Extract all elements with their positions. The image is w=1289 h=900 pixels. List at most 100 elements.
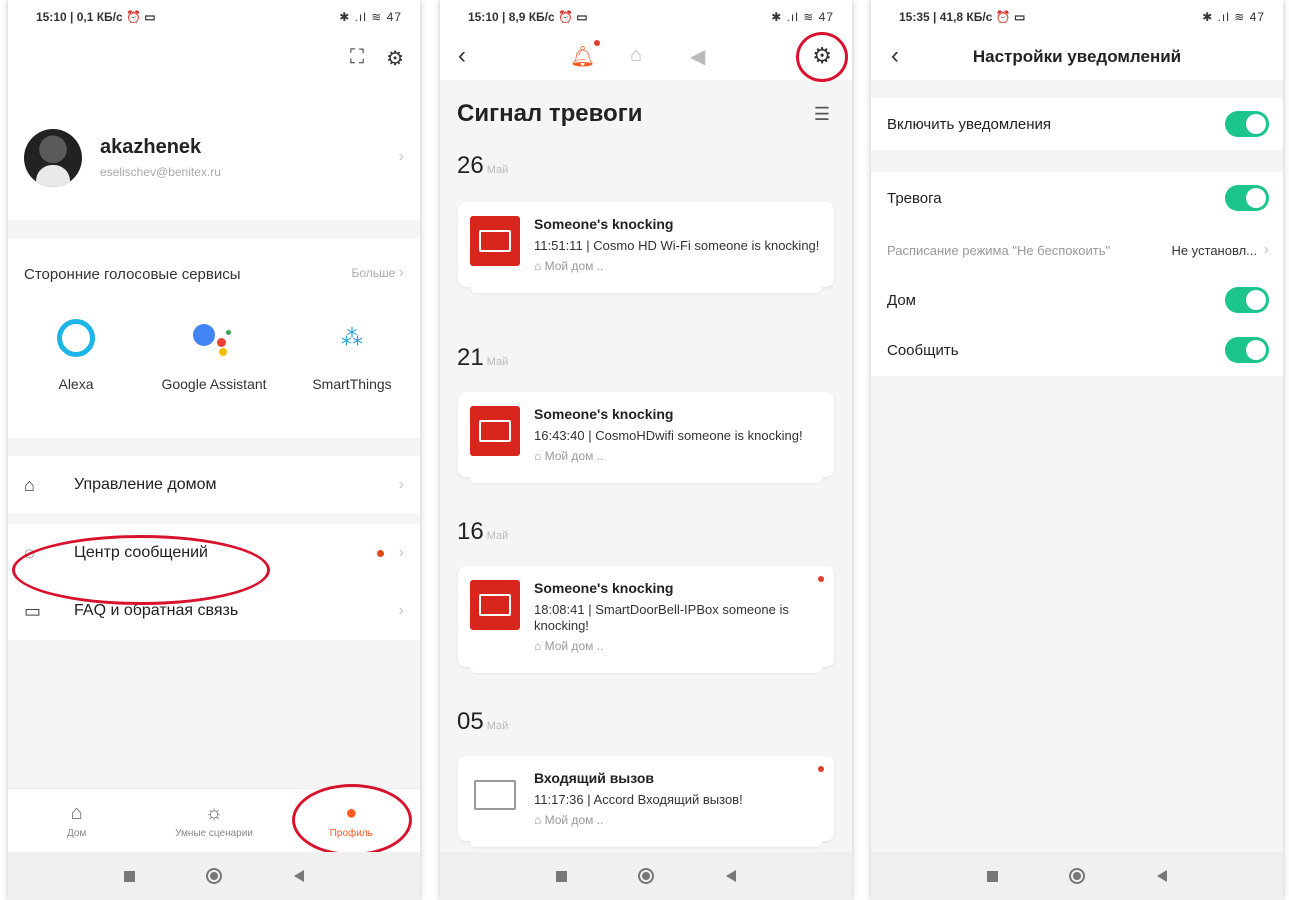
status-time: 15:10 | 0,1 КБ/с ⏰ ▭ <box>36 10 156 24</box>
home-lock-icon[interactable]: ⌂ <box>630 44 642 67</box>
back-button[interactable] <box>294 870 305 882</box>
setting-dnd-schedule[interactable]: Расписание режима "Не беспокоить" Не уст… <box>871 224 1283 276</box>
alarm-card[interactable]: Someone's knocking 16:43:40 | CosmoHDwif… <box>458 392 834 483</box>
setting-report: Сообщить <box>871 324 1283 376</box>
alarm-screen: 15:10 | 8,9 КБ/с ⏰ ▭ ✱ .ıl ≋ 47 ‹ 🔔︎ ⌂ ◀… <box>440 0 852 900</box>
alarm-toggle[interactable] <box>1225 185 1269 211</box>
page-title: Сигнал тревоги <box>457 100 643 127</box>
unread-dot <box>818 576 824 582</box>
date-header: 21 Май <box>457 344 508 372</box>
system-nav-bar <box>871 852 1283 900</box>
service-name: Google Assistant <box>161 376 267 392</box>
status-icons: ✱ .ıl ≋ 47 <box>1202 10 1265 24</box>
username[interactable]: akazhenek <box>100 136 201 159</box>
unread-dot <box>818 766 824 772</box>
recent-apps-button[interactable] <box>123 870 135 882</box>
home-button[interactable] <box>638 868 655 884</box>
chevron-right-icon: › <box>398 602 404 619</box>
chevron-right-icon: › <box>398 264 404 281</box>
alarm-description: 16:43:40 | CosmoHDwifi someone is knocki… <box>534 428 803 443</box>
service-smartthings[interactable]: ⁂ SmartThings <box>292 316 412 393</box>
alarm-header: ‹ 🔔︎ ⌂ ◀︎ ⚙ <box>440 34 852 80</box>
avatar[interactable] <box>24 129 82 187</box>
alarm-card[interactable]: Входящий вызов 11:17:36 | Accord Входящи… <box>458 756 834 847</box>
service-name: SmartThings <box>312 376 392 392</box>
back-arrow-icon[interactable]: ‹ <box>458 42 466 70</box>
system-nav-bar <box>8 852 420 900</box>
tab-label: Дом <box>66 828 87 839</box>
service-alexa[interactable]: Alexa <box>16 316 136 393</box>
house-icon: ⌂ <box>24 474 35 495</box>
menu-item-home-management[interactable]: ⌂ Управление домом › <box>8 456 420 514</box>
enable-notifications-toggle[interactable] <box>1225 111 1269 137</box>
alarm-description: 11:51:11 | Cosmo HD Wi-Fi someone is kno… <box>534 238 820 253</box>
profile-header: ⛶ ⚙ <box>8 34 420 220</box>
location-label: Мой дом .. <box>544 813 604 827</box>
day-number: 05 <box>457 708 484 735</box>
settings-header: ‹ Настройки уведомлений <box>871 34 1283 80</box>
month-label: Май <box>486 720 509 732</box>
alarm-card[interactable]: Someone's knocking 18:08:41 | SmartDoorB… <box>458 566 834 673</box>
alexa-logo-icon <box>57 319 95 357</box>
bell-badge-dot <box>594 40 600 46</box>
date-header: 26 Май <box>457 152 508 180</box>
speaker-icon[interactable]: ◀︎ <box>690 44 705 69</box>
chevron-right-icon: › <box>398 476 404 493</box>
intercom-icon <box>470 406 520 456</box>
home-button[interactable] <box>1069 868 1086 884</box>
system-nav-bar <box>440 852 852 900</box>
back-button[interactable] <box>726 870 737 882</box>
home-button[interactable] <box>206 868 223 884</box>
google-assistant-logo-icon <box>189 318 239 358</box>
scan-icon[interactable]: ⛶ <box>350 46 364 69</box>
report-toggle[interactable] <box>1225 337 1269 363</box>
house-icon: ⌂ <box>70 802 83 824</box>
service-google-assistant[interactable]: Google Assistant <box>154 316 274 393</box>
voice-services-more-link[interactable]: Больше › <box>351 264 404 282</box>
setting-label: Дом <box>887 291 916 309</box>
alarm-title: Someone's knocking <box>534 216 674 232</box>
status-time: 15:35 | 41,8 КБ/с ⏰ ▭ <box>899 10 1026 24</box>
profile-chevron-icon[interactable]: › <box>399 148 404 166</box>
menu-item-label: Управление домом <box>74 476 217 493</box>
alarm-title: Someone's knocking <box>534 406 674 422</box>
tab-home[interactable]: ⌂ Дом <box>12 802 142 839</box>
book-icon: ▭ <box>24 600 42 621</box>
alarm-title: Someone's knocking <box>534 580 674 596</box>
home-toggle[interactable] <box>1225 287 1269 313</box>
alarm-location: ⌂ Мой дом .. <box>534 259 822 273</box>
bell-icon[interactable]: 🔔︎ <box>570 44 595 69</box>
setting-home: Дом <box>871 274 1283 326</box>
month-label: Май <box>486 164 509 176</box>
filter-list-icon[interactable]: ☰ <box>814 104 830 125</box>
house-icon: ⌂ <box>534 813 542 827</box>
alarm-card[interactable]: Someone's knocking 11:51:11 | Cosmo HD W… <box>458 202 834 293</box>
alarm-description: 11:17:36 | Accord Входящий вызов! <box>534 792 743 807</box>
settings-icon[interactable]: ⚙ <box>386 46 404 71</box>
highlight-ring-settings <box>796 32 848 82</box>
intercom-icon <box>470 216 520 266</box>
profile-screen: 15:10 | 0,1 КБ/с ⏰ ▭ ✱ .ıl ≋ 47 ⛶ ⚙ akaz… <box>8 0 420 900</box>
alarm-description: 18:08:41 | SmartDoorBell-IPBox someone i… <box>534 602 789 633</box>
dnd-value: Не установл... <box>1171 242 1257 258</box>
month-label: Май <box>486 356 509 368</box>
day-number: 21 <box>457 344 484 371</box>
sun-icon: ☼ <box>204 802 224 824</box>
location-label: Мой дом .. <box>544 449 604 463</box>
alarm-location: ⌂ Мой дом .. <box>534 813 822 827</box>
day-number: 26 <box>457 152 484 179</box>
menu-divider <box>8 514 420 524</box>
recent-apps-button[interactable] <box>986 870 998 882</box>
setting-label: Сообщить <box>887 341 959 359</box>
highlight-ring-profile-tab <box>292 784 412 856</box>
setting-label: Расписание режима "Не беспокоить" <box>887 242 1111 258</box>
voice-services-section: Сторонние голосовые сервисы Больше › Ale… <box>8 238 420 438</box>
back-button[interactable] <box>1157 870 1168 882</box>
status-icons: ✱ .ıl ≋ 47 <box>771 10 834 24</box>
tab-smart-scenes[interactable]: ☼ Умные сценарии <box>149 802 279 839</box>
tab-label: Умные сценарии <box>175 828 253 839</box>
intercom-icon <box>470 580 520 630</box>
recent-apps-button[interactable] <box>555 870 567 882</box>
house-icon: ⌂ <box>534 639 542 653</box>
setting-label: Включить уведомления <box>887 115 1052 133</box>
